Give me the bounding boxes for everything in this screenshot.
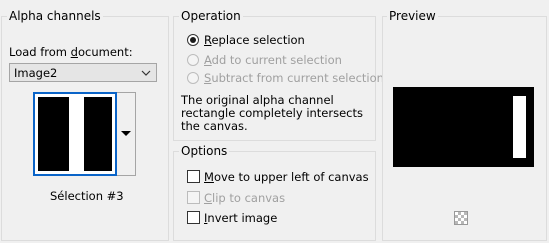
operation-title: Operation [179,9,243,23]
radio-replace-selection-label[interactable]: Replace selection [204,33,305,47]
checkerboard-icon[interactable] [454,211,468,225]
checkbox-move-to-upper-left-label[interactable]: Move to upper left of canvas [204,170,369,184]
preview-title: Preview [387,9,438,23]
radio-add-to-selection-button[interactable] [187,54,199,66]
radio-subtract-from-selection-label[interactable]: Subtract from current selection [204,71,384,85]
checkbox-invert-image-label[interactable]: Invert image [204,211,277,225]
checkbox-move-to-upper-left-box[interactable] [187,170,200,183]
thumbnail-dropdown-button[interactable] [117,92,136,176]
options-title: Options [179,144,230,158]
document-select[interactable]: Image2 [9,63,157,82]
checkbox-clip-to-canvas-label[interactable]: Clip to canvas [204,191,285,205]
alpha-channel-thumbnail-image [38,97,112,171]
triangle-down-icon [121,131,131,136]
alpha-channel-thumbnail[interactable] [33,92,117,176]
radio-add-to-selection-label[interactable]: Add to current selection [204,53,342,67]
operation-note: The original alpha channel rectangle com… [181,93,364,133]
load-from-document-label: Load from document: [9,45,133,59]
checkbox-clip-to-canvas-box[interactable] [187,191,200,204]
radio-replace-selection-button[interactable] [187,34,199,46]
checkbox-invert-image-box[interactable] [187,211,200,224]
preview-white-bar [513,96,526,158]
thumbnail-white-bar [69,97,84,171]
alpha-channels-title: Alpha channels [7,9,103,23]
document-select-value: Image2 [14,66,58,80]
radio-subtract-from-selection-button[interactable] [187,72,199,84]
chevron-down-icon [141,70,151,76]
preview-image [393,87,534,167]
selection-name: Sélection #3 [50,189,124,203]
